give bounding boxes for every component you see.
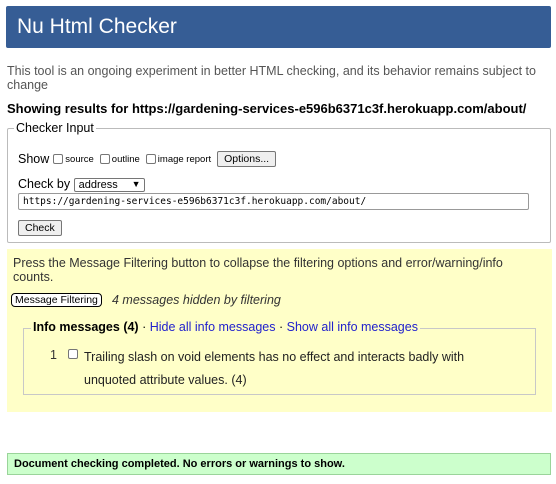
check-button[interactable]: Check xyxy=(18,220,62,236)
source-label: source xyxy=(65,153,94,165)
info-messages-fieldset: Info messages (4) · Hide all info messag… xyxy=(23,320,536,395)
image-report-checkbox[interactable] xyxy=(145,154,156,164)
message-checkbox[interactable] xyxy=(68,349,78,359)
url-input[interactable]: https://gardening-services-e596b6371c3f.… xyxy=(18,193,529,210)
message-filtering-button[interactable]: Message Filtering xyxy=(11,293,102,307)
show-info-messages-link[interactable]: Show all info messages xyxy=(287,320,418,334)
checker-input-fieldset: Checker Input Show source outline image … xyxy=(7,121,551,243)
success-status-bar: Document checking completed. No errors o… xyxy=(7,453,551,475)
outline-label: outline xyxy=(111,153,140,165)
separator: · xyxy=(142,320,147,334)
filtering-instructions: Press the Message Filtering button to co… xyxy=(13,256,503,284)
showing-results-heading: Showing results for https://gardening-se… xyxy=(7,101,527,116)
intro-text: This tool is an ongoing experiment in be… xyxy=(7,64,536,92)
chevron-down-icon: ▼ xyxy=(131,178,141,189)
info-messages-count: Info messages (4) xyxy=(33,320,139,334)
hide-info-messages-link[interactable]: Hide all info messages xyxy=(150,320,276,334)
check-by-value: address xyxy=(78,178,118,191)
check-by-label: Check by xyxy=(18,177,71,191)
image-report-label: image report xyxy=(157,153,212,165)
check-by-select[interactable]: address ▼ xyxy=(73,177,145,192)
info-messages-legend: Info messages (4) · Hide all info messag… xyxy=(31,320,420,334)
page-title: Nu Html Checker xyxy=(6,6,551,48)
options-button[interactable]: Options... xyxy=(217,151,277,167)
info-message-text: Trailing slash on void elements has no e… xyxy=(84,350,465,387)
source-checkbox[interactable] xyxy=(53,154,64,164)
hidden-messages-note: 4 messages hidden by filtering xyxy=(112,293,281,307)
message-number: 1 xyxy=(50,348,57,362)
checker-input-legend: Checker Input xyxy=(14,121,96,135)
check-by-row: Check by address ▼ xyxy=(18,177,145,192)
outline-checkbox[interactable] xyxy=(99,154,110,164)
show-options-row: Show source outline image report Options… xyxy=(18,151,277,167)
show-label: Show xyxy=(18,152,50,166)
separator: · xyxy=(278,320,284,334)
message-filtering-panel: Press the Message Filtering button to co… xyxy=(7,249,552,412)
